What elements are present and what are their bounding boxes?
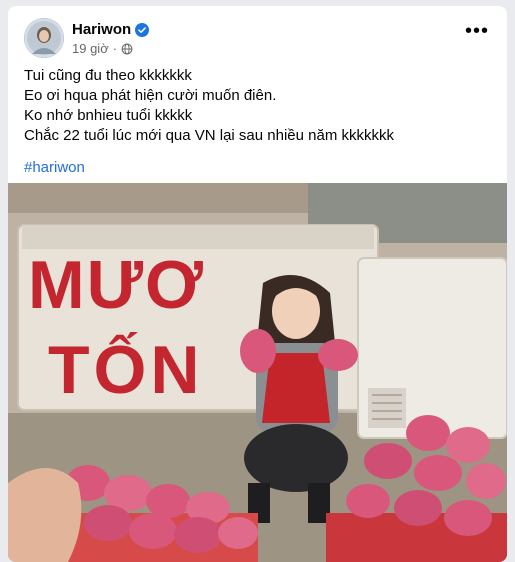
post-line-1: Tui cũng đu theo kkkkkkk: [24, 67, 192, 84]
author-name-row: Hariwon: [72, 21, 150, 38]
author-name[interactable]: Hariwon: [72, 21, 131, 38]
verified-badge-icon: [135, 22, 150, 37]
author-avatar[interactable]: [24, 18, 64, 58]
post-meta: 19 giờ ·: [72, 41, 133, 56]
sign-text-line2: TỐN: [48, 331, 204, 408]
hashtag-link[interactable]: #hariwon: [24, 158, 491, 178]
post-line-5: Chắc 22 tuổi lúc mới qua VN lại sau nhiề…: [24, 127, 395, 144]
post-timestamp[interactable]: 19 giờ: [72, 41, 109, 56]
globe-icon[interactable]: [121, 43, 133, 55]
post-body: Tui cũng đu theo kkkkkkk Eo ơi hqua phát…: [24, 66, 491, 178]
post-line-2: Eo ơi hqua phát hiện cười muốn điên.: [24, 87, 277, 104]
sign-text-line1: MƯƠ: [28, 247, 205, 323]
post-photo[interactable]: MƯƠ TỐN: [8, 183, 507, 562]
post-header: Hariwon 19 giờ · •••: [24, 18, 491, 58]
more-options-icon[interactable]: •••: [463, 21, 491, 44]
thumb: [8, 468, 82, 562]
meta-separator: ·: [112, 41, 118, 56]
post-card: Hariwon 19 giờ · ••• Tui cũng đu theo kk…: [8, 6, 507, 562]
post-line-4: Ko nhớ bnhieu tuổi kkkkk: [24, 107, 193, 124]
